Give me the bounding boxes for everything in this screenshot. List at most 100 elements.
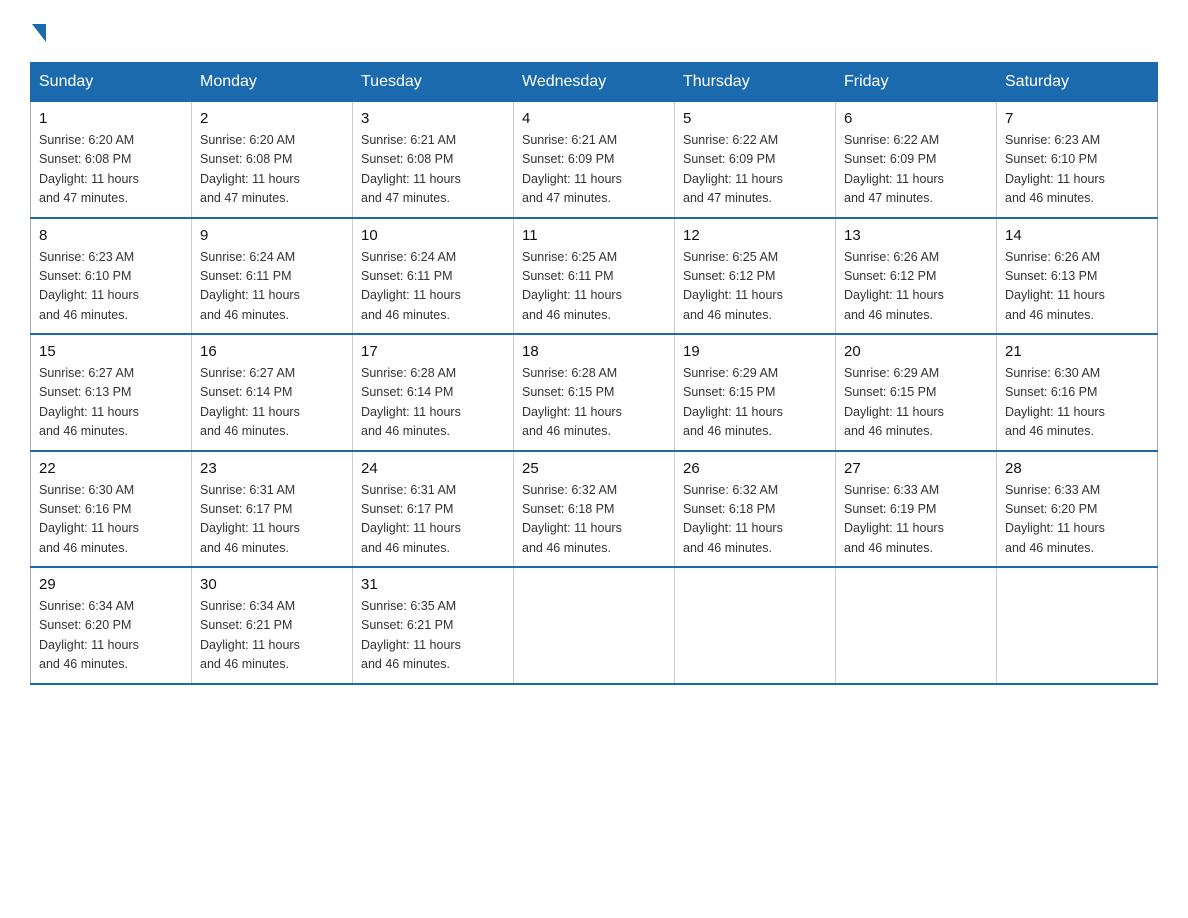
day-number: 17 (361, 343, 505, 360)
day-number: 15 (39, 343, 183, 360)
table-row: 16 Sunrise: 6:27 AM Sunset: 6:14 PM Dayl… (192, 334, 353, 451)
logo (30, 20, 46, 42)
day-info: Sunrise: 6:30 AM Sunset: 6:16 PM Dayligh… (1005, 364, 1149, 442)
day-info: Sunrise: 6:22 AM Sunset: 6:09 PM Dayligh… (683, 131, 827, 209)
day-info: Sunrise: 6:21 AM Sunset: 6:08 PM Dayligh… (361, 131, 505, 209)
day-number: 2 (200, 110, 344, 127)
day-info: Sunrise: 6:34 AM Sunset: 6:20 PM Dayligh… (39, 597, 183, 675)
day-info: Sunrise: 6:26 AM Sunset: 6:12 PM Dayligh… (844, 248, 988, 326)
day-info: Sunrise: 6:31 AM Sunset: 6:17 PM Dayligh… (361, 481, 505, 559)
day-info: Sunrise: 6:28 AM Sunset: 6:15 PM Dayligh… (522, 364, 666, 442)
table-row: 29 Sunrise: 6:34 AM Sunset: 6:20 PM Dayl… (31, 567, 192, 684)
day-number: 20 (844, 343, 988, 360)
day-number: 30 (200, 576, 344, 593)
table-row (675, 567, 836, 684)
day-info: Sunrise: 6:31 AM Sunset: 6:17 PM Dayligh… (200, 481, 344, 559)
day-info: Sunrise: 6:29 AM Sunset: 6:15 PM Dayligh… (683, 364, 827, 442)
table-row: 18 Sunrise: 6:28 AM Sunset: 6:15 PM Dayl… (514, 334, 675, 451)
header-monday: Monday (192, 63, 353, 102)
day-number: 13 (844, 227, 988, 244)
day-info: Sunrise: 6:29 AM Sunset: 6:15 PM Dayligh… (844, 364, 988, 442)
table-row: 15 Sunrise: 6:27 AM Sunset: 6:13 PM Dayl… (31, 334, 192, 451)
day-info: Sunrise: 6:32 AM Sunset: 6:18 PM Dayligh… (683, 481, 827, 559)
table-row: 5 Sunrise: 6:22 AM Sunset: 6:09 PM Dayli… (675, 102, 836, 218)
day-number: 28 (1005, 460, 1149, 477)
table-row: 6 Sunrise: 6:22 AM Sunset: 6:09 PM Dayli… (836, 102, 997, 218)
table-row: 7 Sunrise: 6:23 AM Sunset: 6:10 PM Dayli… (997, 102, 1158, 218)
table-row: 12 Sunrise: 6:25 AM Sunset: 6:12 PM Dayl… (675, 218, 836, 335)
day-number: 27 (844, 460, 988, 477)
table-row (836, 567, 997, 684)
day-number: 3 (361, 110, 505, 127)
calendar-week-row: 15 Sunrise: 6:27 AM Sunset: 6:13 PM Dayl… (31, 334, 1158, 451)
header-wednesday: Wednesday (514, 63, 675, 102)
day-info: Sunrise: 6:20 AM Sunset: 6:08 PM Dayligh… (39, 131, 183, 209)
calendar-week-row: 29 Sunrise: 6:34 AM Sunset: 6:20 PM Dayl… (31, 567, 1158, 684)
day-info: Sunrise: 6:27 AM Sunset: 6:14 PM Dayligh… (200, 364, 344, 442)
table-row: 27 Sunrise: 6:33 AM Sunset: 6:19 PM Dayl… (836, 451, 997, 568)
table-row: 14 Sunrise: 6:26 AM Sunset: 6:13 PM Dayl… (997, 218, 1158, 335)
day-info: Sunrise: 6:27 AM Sunset: 6:13 PM Dayligh… (39, 364, 183, 442)
table-row: 26 Sunrise: 6:32 AM Sunset: 6:18 PM Dayl… (675, 451, 836, 568)
day-info: Sunrise: 6:23 AM Sunset: 6:10 PM Dayligh… (39, 248, 183, 326)
table-row: 20 Sunrise: 6:29 AM Sunset: 6:15 PM Dayl… (836, 334, 997, 451)
table-row: 21 Sunrise: 6:30 AM Sunset: 6:16 PM Dayl… (997, 334, 1158, 451)
table-row (997, 567, 1158, 684)
table-row: 9 Sunrise: 6:24 AM Sunset: 6:11 PM Dayli… (192, 218, 353, 335)
page-header (30, 20, 1158, 42)
table-row: 8 Sunrise: 6:23 AM Sunset: 6:10 PM Dayli… (31, 218, 192, 335)
table-row: 17 Sunrise: 6:28 AM Sunset: 6:14 PM Dayl… (353, 334, 514, 451)
day-number: 24 (361, 460, 505, 477)
day-number: 5 (683, 110, 827, 127)
table-row: 11 Sunrise: 6:25 AM Sunset: 6:11 PM Dayl… (514, 218, 675, 335)
table-row: 24 Sunrise: 6:31 AM Sunset: 6:17 PM Dayl… (353, 451, 514, 568)
day-number: 7 (1005, 110, 1149, 127)
day-number: 19 (683, 343, 827, 360)
day-number: 29 (39, 576, 183, 593)
header-thursday: Thursday (675, 63, 836, 102)
table-row: 28 Sunrise: 6:33 AM Sunset: 6:20 PM Dayl… (997, 451, 1158, 568)
table-row: 31 Sunrise: 6:35 AM Sunset: 6:21 PM Dayl… (353, 567, 514, 684)
calendar-week-row: 1 Sunrise: 6:20 AM Sunset: 6:08 PM Dayli… (31, 102, 1158, 218)
table-row: 10 Sunrise: 6:24 AM Sunset: 6:11 PM Dayl… (353, 218, 514, 335)
day-info: Sunrise: 6:25 AM Sunset: 6:11 PM Dayligh… (522, 248, 666, 326)
calendar-week-row: 22 Sunrise: 6:30 AM Sunset: 6:16 PM Dayl… (31, 451, 1158, 568)
table-row: 13 Sunrise: 6:26 AM Sunset: 6:12 PM Dayl… (836, 218, 997, 335)
day-number: 31 (361, 576, 505, 593)
table-row: 19 Sunrise: 6:29 AM Sunset: 6:15 PM Dayl… (675, 334, 836, 451)
day-info: Sunrise: 6:34 AM Sunset: 6:21 PM Dayligh… (200, 597, 344, 675)
day-number: 21 (1005, 343, 1149, 360)
day-number: 26 (683, 460, 827, 477)
day-info: Sunrise: 6:35 AM Sunset: 6:21 PM Dayligh… (361, 597, 505, 675)
table-row: 22 Sunrise: 6:30 AM Sunset: 6:16 PM Dayl… (31, 451, 192, 568)
day-info: Sunrise: 6:24 AM Sunset: 6:11 PM Dayligh… (200, 248, 344, 326)
day-number: 9 (200, 227, 344, 244)
table-row: 25 Sunrise: 6:32 AM Sunset: 6:18 PM Dayl… (514, 451, 675, 568)
day-info: Sunrise: 6:30 AM Sunset: 6:16 PM Dayligh… (39, 481, 183, 559)
day-number: 22 (39, 460, 183, 477)
header-tuesday: Tuesday (353, 63, 514, 102)
table-row: 30 Sunrise: 6:34 AM Sunset: 6:21 PM Dayl… (192, 567, 353, 684)
day-info: Sunrise: 6:32 AM Sunset: 6:18 PM Dayligh… (522, 481, 666, 559)
day-info: Sunrise: 6:28 AM Sunset: 6:14 PM Dayligh… (361, 364, 505, 442)
calendar-table: Sunday Monday Tuesday Wednesday Thursday… (30, 62, 1158, 685)
header-saturday: Saturday (997, 63, 1158, 102)
day-number: 23 (200, 460, 344, 477)
day-number: 8 (39, 227, 183, 244)
day-info: Sunrise: 6:25 AM Sunset: 6:12 PM Dayligh… (683, 248, 827, 326)
table-row (514, 567, 675, 684)
day-info: Sunrise: 6:23 AM Sunset: 6:10 PM Dayligh… (1005, 131, 1149, 209)
day-number: 10 (361, 227, 505, 244)
day-info: Sunrise: 6:20 AM Sunset: 6:08 PM Dayligh… (200, 131, 344, 209)
table-row: 3 Sunrise: 6:21 AM Sunset: 6:08 PM Dayli… (353, 102, 514, 218)
day-info: Sunrise: 6:21 AM Sunset: 6:09 PM Dayligh… (522, 131, 666, 209)
calendar-week-row: 8 Sunrise: 6:23 AM Sunset: 6:10 PM Dayli… (31, 218, 1158, 335)
day-info: Sunrise: 6:22 AM Sunset: 6:09 PM Dayligh… (844, 131, 988, 209)
day-info: Sunrise: 6:24 AM Sunset: 6:11 PM Dayligh… (361, 248, 505, 326)
calendar-header-row: Sunday Monday Tuesday Wednesday Thursday… (31, 63, 1158, 102)
header-sunday: Sunday (31, 63, 192, 102)
day-info: Sunrise: 6:33 AM Sunset: 6:20 PM Dayligh… (1005, 481, 1149, 559)
day-number: 11 (522, 227, 666, 244)
logo-arrow-icon (32, 24, 46, 42)
table-row: 4 Sunrise: 6:21 AM Sunset: 6:09 PM Dayli… (514, 102, 675, 218)
